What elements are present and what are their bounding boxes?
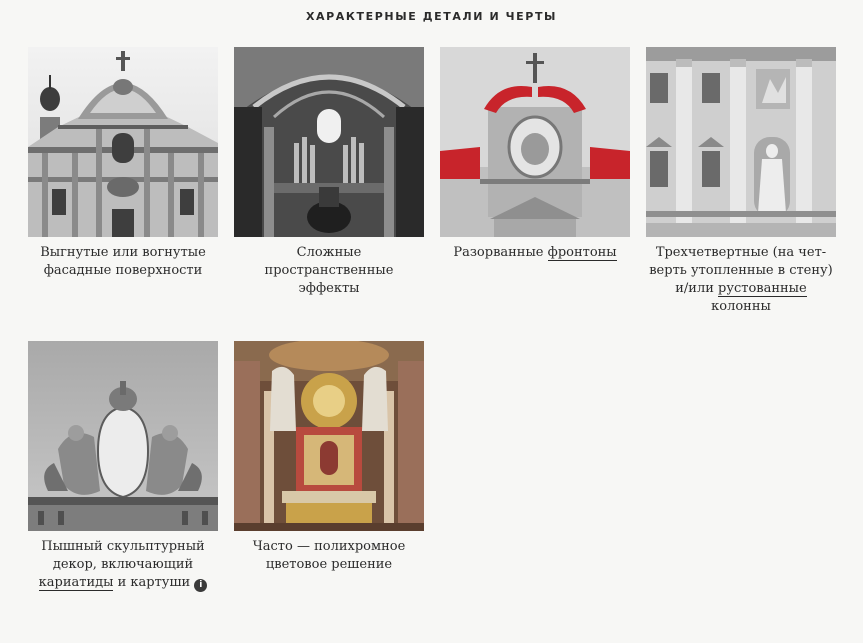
caption-line: пространственные	[264, 263, 394, 278]
caption-line: Трехчетвертные (на чет-	[655, 245, 827, 260]
feature-caption: Разорванные фронтоны	[440, 244, 630, 262]
caption-text: и/или	[675, 281, 719, 296]
columns-facade-image[interactable]	[646, 47, 836, 237]
caption-line: декор, включающий	[52, 557, 194, 572]
caption-line: эффекты	[298, 281, 360, 296]
info-icon[interactable]: i	[194, 579, 208, 592]
polychrome-altar-image[interactable]	[234, 341, 424, 531]
caption-text: Разорванные	[453, 245, 548, 260]
feature-card-polychrome: Часто — полихромное цветовое решение	[234, 341, 424, 574]
pediments-link[interactable]: фронтоны	[547, 245, 617, 261]
sculptural-cartouche-image[interactable]	[28, 341, 218, 531]
caption-line: верть утопленные в стену)	[649, 263, 833, 278]
rusticated-link[interactable]: рустованные	[718, 281, 807, 297]
caption-line: Сложные	[296, 245, 362, 260]
feature-caption: Сложные пространственные эффекты	[234, 244, 424, 298]
caption-text: и картуши	[113, 575, 191, 590]
caption-line: цветовое решение	[265, 557, 393, 572]
feature-caption: Часто — полихромное цветовое решение	[234, 538, 424, 574]
curved-facade-image[interactable]	[28, 47, 218, 237]
feature-card-spatial-effects: Сложные пространственные эффекты	[234, 47, 424, 298]
feature-card-broken-pediments: Разорванные фронтоны	[440, 47, 630, 262]
church-interior-image[interactable]	[234, 47, 424, 237]
caption-line: Выгнутые или вогнутые	[40, 245, 206, 260]
feature-caption: Трехчетвертные (на чет- верть утопленные…	[646, 244, 836, 316]
caryatids-link[interactable]: кариатиды	[38, 575, 114, 591]
caption-line: Часто — полихромное	[252, 539, 406, 554]
feature-caption: Выгнутые или вогнутые фасадные поверхнос…	[28, 244, 218, 280]
caption-line: колонны	[711, 299, 771, 314]
caption-line: фасадные поверхности	[43, 263, 203, 278]
feature-caption: Пышный скульптурный декор, включающий ка…	[28, 538, 218, 592]
feature-card-sculptural-decor: Пышный скульптурный декор, включающий ка…	[28, 341, 218, 592]
feature-card-curved-facade: Выгнутые или вогнутые фасадные поверхнос…	[28, 47, 218, 280]
section-title: ХАРАКТЕРНЫЕ ДЕТАЛИ И ЧЕРТЫ	[305, 10, 558, 23]
feature-card-columns: Трехчетвертные (на чет- верть утопленные…	[646, 47, 836, 316]
caption-line: Пышный скульптурный	[41, 539, 205, 554]
broken-pediment-image[interactable]	[440, 47, 630, 237]
